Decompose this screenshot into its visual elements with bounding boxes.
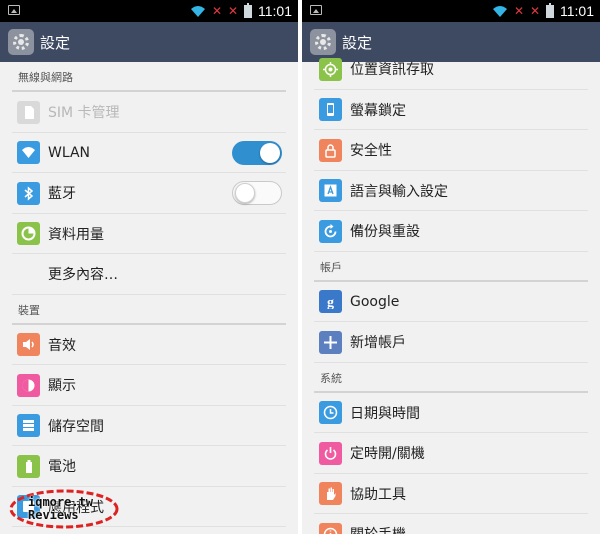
settings-item-sound[interactable]: 音效 (0, 325, 298, 366)
settings-item-label: 電池 (48, 459, 76, 476)
display-icon (17, 373, 40, 397)
google-icon: g (319, 290, 342, 314)
settings-item-security[interactable]: 安全性 (302, 130, 600, 171)
settings-item-clock[interactable]: 日期與時間 (302, 393, 600, 434)
sound-icon (17, 333, 40, 357)
no-signal-icon: ✕ (530, 4, 541, 18)
backup-icon (319, 219, 342, 243)
power-icon (319, 441, 342, 465)
section-header: 帳戶 (302, 252, 600, 282)
settings-item-label: 協助工具 (350, 486, 406, 503)
settings-item-label: WLAN (48, 144, 91, 161)
settings-item-label: 新增帳戶 (350, 335, 406, 352)
clock-time: 11:01 (258, 3, 292, 19)
wifi-toggle[interactable] (232, 140, 282, 165)
settings-item-label: 藍牙 (48, 186, 76, 203)
settings-item-display[interactable]: 顯示 (0, 365, 298, 406)
settings-item-label: 定時開/關機 (350, 446, 425, 463)
bluetooth-toggle[interactable] (232, 181, 282, 205)
settings-item-add[interactable]: 新增帳戶 (302, 322, 600, 363)
settings-item-battery[interactable]: 電池 (0, 446, 298, 487)
settings-item-bluetooth[interactable]: 藍牙 (0, 173, 298, 214)
settings-item-backup[interactable]: 備份與重設 (302, 211, 600, 252)
screenshot-icon (310, 5, 322, 15)
status-bar: ✕ ✕ 11:01 (0, 0, 298, 22)
settings-item-more[interactable]: 更多內容… (0, 254, 298, 295)
settings-item-label: SIM 卡管理 (48, 105, 120, 122)
settings-item-label: 音效 (48, 337, 76, 354)
screenshot-icon (8, 5, 20, 15)
settings-item-sim-card: SIM 卡管理 (0, 92, 298, 133)
settings-item-wifi[interactable]: WLAN (0, 133, 298, 174)
settings-screen-right: ✕ ✕ 11:01 設定 位置資訊存取 螢幕鎖定 安全性 語言與輸入設定 備份與重設 帳戶… (302, 0, 600, 534)
settings-item-hand[interactable]: 協助工具 (302, 474, 600, 515)
watermark-line2: Reviews (28, 508, 79, 522)
watermark-logo: iqmore.tw Reviews (8, 488, 120, 530)
settings-screen-left: ✕ ✕ 11:01 設定 無線與網路 SIM 卡管理 WLAN 藍牙資料用量更多內容…… (0, 0, 298, 534)
settings-item-google[interactable]: g Google (302, 282, 600, 323)
svg-text:g: g (327, 296, 334, 310)
settings-list: 位置資訊存取 螢幕鎖定安全性語言與輸入設定 備份與重設帳戶 g Google 新增帳戶系統… (302, 49, 600, 534)
settings-item-label: 顯示 (48, 378, 76, 395)
settings-item-label: 關於手機 (350, 524, 406, 534)
toggle-knob (260, 142, 280, 163)
settings-list: 無線與網路 SIM 卡管理 WLAN 藍牙 資料用量 更多內容… 裝置 音效 顯示 儲存空間 電池應… (0, 62, 298, 534)
settings-item-location[interactable]: 位置資訊存取 (302, 49, 600, 90)
settings-item-label: 安全性 (350, 143, 392, 160)
no-signal-icon: ✕ (228, 4, 239, 18)
screen-lock-icon (319, 98, 342, 122)
battery-status-icon (546, 2, 554, 18)
add-icon (319, 330, 342, 354)
bluetooth-icon (17, 181, 40, 205)
clock-time: 11:01 (560, 3, 594, 19)
settings-item-screen-lock[interactable]: 螢幕鎖定 (302, 90, 600, 131)
wifi-icon (17, 141, 40, 165)
language-icon (319, 179, 342, 203)
battery-status-icon (244, 2, 252, 18)
settings-item-label: 更多內容… (48, 267, 118, 284)
settings-item-label: 日期與時間 (350, 405, 420, 422)
settings-item-label: Google (350, 293, 400, 310)
wifi-signal-icon (191, 5, 205, 17)
settings-app-icon[interactable] (8, 29, 34, 55)
storage-icon (17, 414, 40, 438)
hand-icon (319, 482, 342, 506)
section-header: 系統 (302, 363, 600, 393)
no-signal-icon: ✕ (514, 4, 525, 18)
settings-item-info[interactable]: 關於手機 (302, 514, 600, 534)
settings-item-label: 位置資訊存取 (350, 62, 434, 79)
security-icon (319, 138, 342, 162)
settings-item-data-usage[interactable]: 資料用量 (0, 214, 298, 255)
info-icon (319, 522, 342, 534)
settings-item-label: 語言與輸入設定 (350, 183, 448, 200)
settings-item-label: 螢幕鎖定 (350, 102, 406, 119)
settings-item-label: 儲存空間 (48, 418, 104, 435)
no-signal-icon: ✕ (212, 4, 223, 18)
clock-icon (319, 401, 342, 425)
page-title: 設定 (40, 33, 71, 52)
toggle-knob (235, 183, 255, 203)
settings-item-language[interactable]: 語言與輸入設定 (302, 171, 600, 212)
settings-item-label: 資料用量 (48, 226, 104, 243)
status-bar: ✕ ✕ 11:01 (302, 0, 600, 22)
section-header: 無線與網路 (0, 62, 298, 92)
action-bar: 設定 (0, 22, 298, 62)
section-header: 裝置 (0, 295, 298, 325)
settings-item-label: 備份與重設 (350, 224, 420, 241)
sim-card-icon (17, 100, 40, 124)
data-usage-icon (17, 222, 40, 246)
settings-item-storage[interactable]: 儲存空間 (0, 406, 298, 447)
settings-item-power[interactable]: 定時開/關機 (302, 433, 600, 474)
wifi-signal-icon (493, 5, 507, 17)
battery-icon (17, 454, 40, 478)
location-icon (319, 57, 342, 81)
